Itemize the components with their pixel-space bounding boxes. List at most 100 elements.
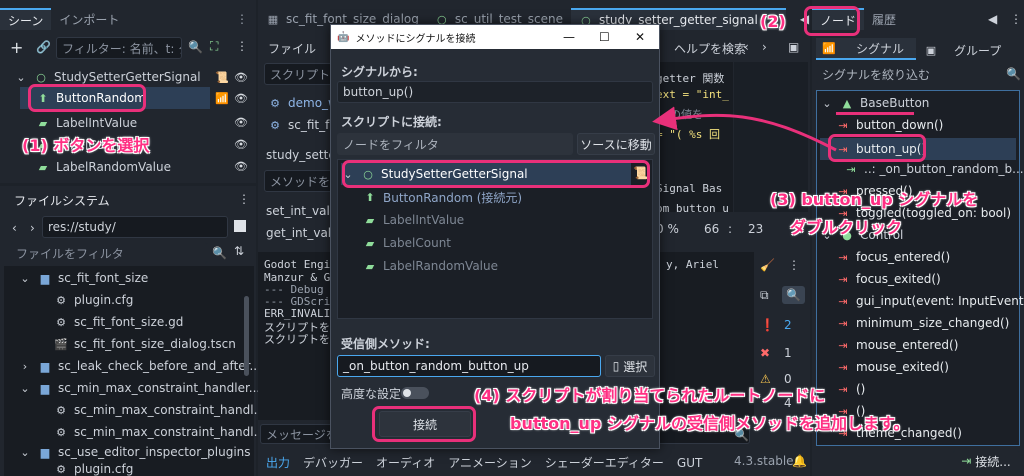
tab-gut[interactable]: GUT [677, 456, 702, 470]
tab-output[interactable]: 出力 [266, 454, 290, 471]
class-label: BaseButton [860, 96, 930, 110]
eye-icon[interactable]: 👁 [234, 160, 248, 173]
eye-icon[interactable]: 👁 [234, 116, 248, 129]
signal-item[interactable]: ⇥ minimum_size_changed() [836, 316, 1009, 330]
chevron-right-icon[interactable]: › [762, 40, 767, 54]
file-item[interactable]: ⌄ ▆ sc_use_editor_inspector_plugins [18, 442, 250, 462]
scrollbar[interactable] [244, 296, 249, 376]
signal-item[interactable]: ⇥ focus_entered() [836, 250, 950, 264]
tab-node[interactable]: ノード [812, 8, 865, 30]
file-filter-input[interactable]: ファイルをフィルタ [10, 242, 208, 264]
scene-node[interactable]: ▰ LabelIntValue [36, 114, 137, 132]
scene-filter-input[interactable]: フィルター: 名前、t: タ [56, 37, 182, 59]
help-search-button[interactable]: ヘルプを検索 [674, 40, 746, 57]
tree-node-root[interactable]: ⌄ ○ StudySetterGetterSignal [341, 163, 631, 185]
file-item[interactable]: ⌄ ▆ sc_fit_font_size [18, 268, 148, 288]
signal-item[interactable]: ⇥ gui_input(event: InputEvent) [836, 294, 1024, 308]
add-node-icon[interactable]: + [10, 38, 23, 57]
file-item[interactable]: ⚙ sc_fit_font_size.gd [54, 312, 183, 332]
signal-connection[interactable]: ⇥ ..: _on_button_random_b... [844, 162, 1023, 176]
menu-icon[interactable]: ⋮ [236, 39, 248, 53]
minimize-button[interactable]: — [563, 30, 575, 44]
eye-icon[interactable]: 👁 [234, 71, 248, 84]
connect-signal-button[interactable]: ⇥ 接続... [952, 450, 1020, 472]
advanced-toggle[interactable] [401, 387, 429, 399]
file-item[interactable]: ⌄ ▆ sc_min_max_constraint_handler... [18, 378, 260, 398]
class-header[interactable]: ⌄ ▲ BaseButton [820, 96, 929, 110]
connect-button[interactable]: 接続 [379, 411, 471, 437]
close-button[interactable]: ✕ [635, 30, 645, 44]
node-filter-input[interactable]: ノードをフィルタ [337, 133, 573, 155]
chevron-left-icon[interactable]: ‹ [744, 40, 749, 54]
file-item[interactable]: 🎬 sc_fit_font_size_dialog.tscn [54, 334, 236, 354]
receiver-method-field[interactable]: _on_button_random_button_up [337, 355, 601, 377]
script-list-item[interactable]: ⚙ demo_w [268, 96, 338, 110]
eye-icon[interactable]: 👁 [234, 138, 248, 151]
menu-icon[interactable]: ⋮ [238, 192, 250, 206]
chevron-down-icon[interactable]: ⌄ [341, 167, 355, 181]
file-item[interactable]: ⚙ sc_min_max_constraint_handl... [54, 422, 265, 442]
chevron-down-icon[interactable]: ⌄ [18, 445, 32, 459]
instance-icon[interactable]: ⛶ [210, 39, 218, 54]
copy-icon[interactable]: ⧉ [760, 288, 769, 303]
sort-icon[interactable]: ⇅ [234, 244, 244, 258]
menu-icon[interactable]: ⋮ [1010, 12, 1022, 26]
warning-filter-icon[interactable]: ✖ [760, 346, 770, 360]
file-menu[interactable]: ファイル [268, 40, 316, 57]
maximize-button[interactable]: ☐ [599, 30, 610, 44]
tab-shader-editor[interactable]: シェーダーエディター [545, 454, 664, 471]
signal-filter-input[interactable]: シグナルを絞り込む [816, 64, 1002, 84]
chevron-left-icon[interactable]: ◀ [988, 12, 997, 26]
search-icon[interactable]: 🔍 [1006, 67, 1021, 81]
tab-groups[interactable]: ▣ グループ [924, 40, 1001, 60]
back-icon[interactable]: ‹ [12, 221, 17, 235]
search-icon[interactable]: 🔍 [212, 246, 227, 260]
split-icon[interactable] [234, 220, 246, 232]
tab-scene[interactable]: シーン [0, 8, 52, 30]
link-icon[interactable]: 🔗 [36, 40, 51, 54]
scene-node[interactable]: ▰ LabelRandomValue [36, 158, 171, 176]
path-field[interactable]: res://study/ [42, 216, 228, 238]
goto-source-button[interactable]: ソースに移動 [577, 133, 655, 155]
signal-item[interactable]: ⇥ () [836, 382, 865, 396]
chevron-down-icon[interactable]: ⌄ [820, 96, 834, 110]
search-toggle-icon[interactable]: 🔍 [782, 286, 805, 304]
file-item[interactable]: › ▆ sc_leak_check_before_and_after... [18, 356, 261, 376]
forward-icon[interactable]: › [30, 221, 35, 235]
error-filter-icon[interactable]: ❗ [760, 318, 775, 332]
signal-item[interactable]: ⇥ focus_exited() [836, 272, 940, 286]
window-icon[interactable]: ▣ [788, 40, 799, 54]
chevron-right-icon[interactable]: › [18, 359, 32, 373]
tab-import[interactable]: インポート [51, 8, 127, 30]
chevron-down-icon[interactable]: ⌄ [18, 271, 32, 285]
signal-item-selected[interactable]: ⇥ button_up() [820, 138, 1016, 160]
pick-method-button[interactable]: ▯ 選択 [605, 355, 655, 377]
menu-icon[interactable]: ⋮ [236, 12, 248, 26]
chevron-down-icon[interactable]: ⌄ [14, 70, 28, 84]
file-item[interactable]: ⚙ plugin.cfg [54, 290, 133, 310]
file-item[interactable]: ⚙ sc_min_max_constraint_handl... [54, 400, 265, 420]
signal-icon[interactable]: 📶 [215, 92, 229, 105]
tab-signals[interactable]: 📶 シグナル [816, 38, 916, 60]
tab-history[interactable]: 履歴 [864, 8, 904, 30]
menu-icon[interactable]: ⋮ [788, 258, 800, 272]
search-icon[interactable]: 🔍 [188, 40, 203, 54]
scripts-filter-input[interactable]: スクリプトを [264, 63, 334, 85]
tab-audio[interactable]: オーディオ [376, 454, 435, 471]
eye-icon[interactable]: 👁 [234, 92, 248, 105]
scene-node-selected[interactable]: ⬆ ButtonRandom [20, 87, 210, 109]
signal-item[interactable]: ⇥ mouse_exited() [836, 360, 949, 374]
broom-icon[interactable]: 🧹 [760, 258, 775, 272]
file-item[interactable]: ⚙ plugin.cfg [54, 462, 133, 476]
gear-icon: ⚙ [56, 315, 66, 329]
method-filter-input[interactable]: メソッドを絞 [264, 170, 334, 192]
signal-item[interactable]: ⇥ mouse_entered() [836, 338, 958, 352]
script-icon[interactable]: 📜 [215, 71, 229, 84]
chevron-down-icon[interactable]: ⌄ [18, 381, 32, 395]
chevron-left-icon[interactable]: ◀ [800, 12, 809, 26]
tab-debugger[interactable]: デバッガー [303, 454, 363, 471]
signal-item[interactable]: ⇥ button_down() [836, 118, 943, 132]
bell-icon[interactable]: 🔔 [792, 454, 807, 468]
scene-node-root[interactable]: ⌄ ○ StudySetterGetterSignal 📜 👁 [14, 68, 250, 86]
tab-animation[interactable]: アニメーション [448, 454, 532, 471]
